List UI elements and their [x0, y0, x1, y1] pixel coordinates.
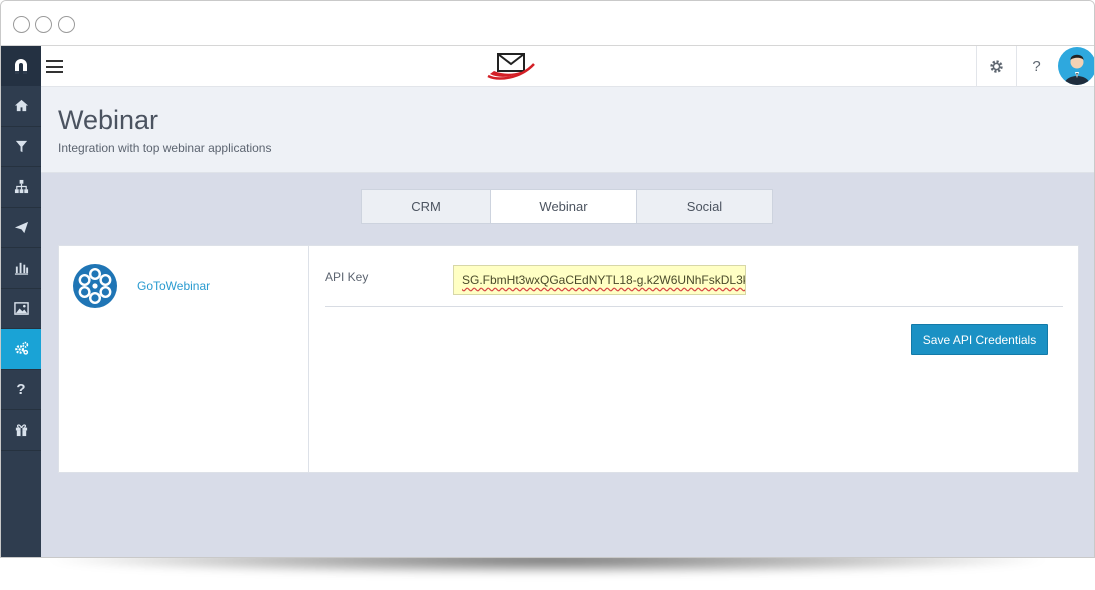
api-key-label: API Key [325, 270, 369, 284]
window-titlebar [1, 1, 1094, 46]
avatar [1057, 47, 1094, 85]
tab-social[interactable]: Social [637, 190, 772, 223]
brand-logo [487, 53, 535, 80]
user-avatar-icon [1063, 54, 1090, 85]
gotowebinar-flower-icon [73, 264, 117, 308]
page-title: Webinar [58, 105, 159, 135]
tab-webinar[interactable]: Webinar [491, 190, 637, 223]
user-menu-button[interactable] [1056, 46, 1094, 86]
paper-plane-icon [14, 221, 28, 233]
main-content: CRM Webinar Social GoToWebinar API Key S… [41, 173, 1094, 557]
home-icon [14, 100, 28, 112]
sidebar-item-rewards[interactable] [1, 410, 41, 451]
funnel-icon [15, 140, 27, 152]
page-subtitle: Integration with top webinar application… [58, 141, 272, 155]
gift-icon [15, 424, 27, 437]
topbar-actions: ? [976, 46, 1094, 86]
integration-tabs: CRM Webinar Social [361, 189, 773, 224]
sitemap-icon [14, 180, 28, 194]
sidebar-item-campaigns[interactable] [1, 208, 41, 248]
page-header: Webinar Integration with top webinar app… [41, 87, 1094, 173]
provider-link-gotowebinar[interactable]: GoToWebinar [137, 279, 210, 293]
window-minimize-button[interactable] [35, 16, 52, 33]
window-close-button[interactable] [13, 16, 30, 33]
app-logo[interactable] [1, 46, 41, 86]
help-button[interactable]: ? [1016, 46, 1056, 86]
menu-toggle-button[interactable] [46, 60, 63, 73]
tab-crm[interactable]: CRM [362, 190, 491, 223]
question-icon: ? [16, 380, 26, 398]
magnet-icon [15, 59, 27, 74]
sidebar-item-home[interactable] [1, 86, 41, 127]
api-key-input[interactable]: SG.FbmHt3wxQGaCEdNYTL18-g.k2W6UNhFskDL3k… [453, 265, 746, 295]
bar-chart-icon [14, 263, 28, 275]
integration-panel: GoToWebinar API Key SG.FbmHt3wxQGaCEdNYT… [58, 245, 1079, 473]
gear-icon [990, 59, 1003, 73]
sidebar-item-funnels[interactable] [1, 127, 41, 167]
top-navbar: ? [41, 46, 1094, 87]
save-api-credentials-button[interactable]: Save API Credentials [911, 324, 1048, 355]
sidebar: ? [1, 46, 41, 557]
sidebar-item-integrations[interactable] [1, 329, 41, 370]
help-icon: ? [1032, 57, 1041, 75]
sidebar-item-help[interactable]: ? [1, 370, 41, 410]
settings-button[interactable] [976, 46, 1016, 86]
image-icon [13, 301, 29, 315]
browser-window: ? ? Webinar Integration with top webinar… [0, 0, 1095, 558]
sidebar-item-media[interactable] [1, 289, 41, 329]
cogs-icon [14, 342, 28, 355]
window-maximize-button[interactable] [58, 16, 75, 33]
sidebar-item-sitemap[interactable] [1, 167, 41, 208]
provider-settings: API Key SG.FbmHt3wxQGaCEdNYTL18-g.k2W6UN… [310, 246, 1078, 472]
form-divider [325, 306, 1063, 307]
sidebar-item-reports[interactable] [1, 248, 41, 289]
provider-list: GoToWebinar [59, 246, 309, 472]
